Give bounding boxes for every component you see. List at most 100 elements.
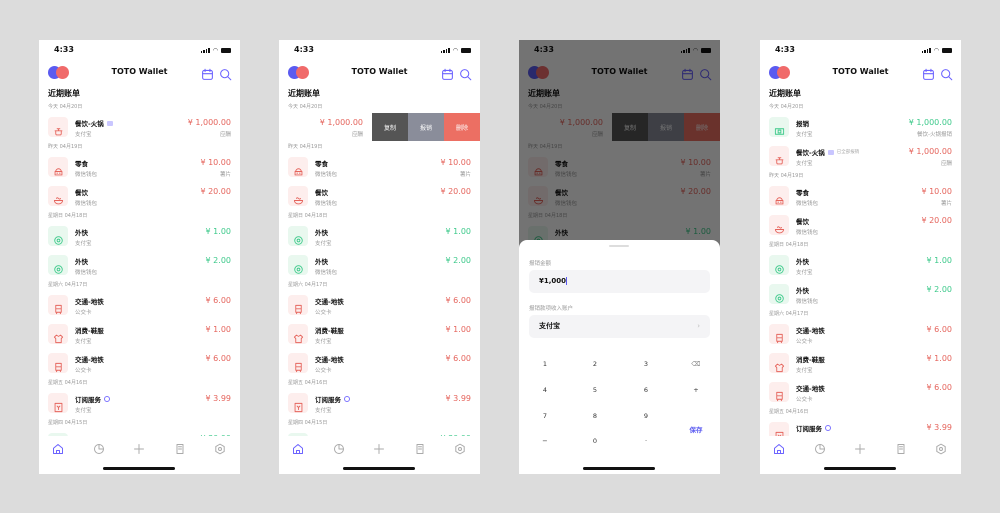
transaction-row-content[interactable]: 外快支付宝 ¥ 1.00 (760, 251, 961, 280)
key-9[interactable]: 9 (631, 412, 661, 420)
calendar-icon[interactable] (201, 66, 214, 80)
transaction-row-content[interactable]: 外快微信钱包¥ 30.00 (39, 429, 240, 436)
pie-chart-icon[interactable] (333, 440, 345, 454)
home-icon[interactable] (292, 440, 304, 454)
transaction-row[interactable]: 交通-地铁 公交卡 ¥ 6.00 (760, 378, 961, 407)
copy-button[interactable]: 复制 (372, 113, 408, 141)
backspace-key[interactable]: ⌫ (681, 360, 711, 368)
reimburse-button[interactable]: 报销 (408, 113, 444, 141)
settings-icon[interactable] (454, 440, 466, 455)
bill-icon[interactable] (414, 440, 426, 454)
transaction-row-content[interactable]: 外快 微信钱包 ¥ 2.00 (279, 251, 480, 280)
transaction-row-content[interactable]: 消费-鞋服 支付宝 ¥ 1.00 (39, 320, 240, 349)
key-7[interactable]: 7 (530, 412, 560, 420)
transaction-row-content[interactable]: 零食微信钱包 ¥ 10.00 薯片 (39, 153, 240, 182)
search-icon[interactable] (219, 66, 232, 81)
transaction-row-content[interactable]: 交通-地铁 公交卡 ¥ 6.00 (39, 349, 240, 378)
transaction-row-content[interactable]: 餐饮微信钱包 ¥ 20.00 (760, 211, 961, 240)
key-0[interactable]: 0 (580, 437, 610, 445)
key-1[interactable]: 1 (530, 360, 560, 368)
transaction-row-content[interactable]: 消费-鞋服 支付宝 ¥ 1.00 (760, 349, 961, 378)
settings-icon[interactable] (214, 440, 226, 455)
transaction-row-content[interactable]: 餐饮-火锅支付宝¥ 1,000.00应酬 (39, 113, 240, 142)
transaction-row-content[interactable]: 外快微信钱包¥ 30.00 (279, 429, 480, 436)
transaction-row[interactable]: 外快支付宝 ¥ 1.00 (279, 222, 480, 251)
transaction-row[interactable]: 交通-地铁 公交卡 ¥ 6.00 (760, 320, 961, 349)
transaction-row-content[interactable]: 外快 微信钱包 ¥ 2.00 (760, 280, 961, 309)
transaction-row-content[interactable]: 交通-地铁 公交卡 ¥ 6.00 (39, 291, 240, 320)
transaction-row-content[interactable]: 订阅服务支付宝¥ 3.99 (279, 389, 480, 418)
transaction-row[interactable]: 外快微信钱包¥ 30.00 (279, 429, 480, 436)
transaction-row-content[interactable]: 消费-鞋服 支付宝 ¥ 1.00 (279, 320, 480, 349)
transaction-row-content[interactable]: 零食微信钱包 ¥ 10.00 薯片 (760, 182, 961, 211)
transaction-row-content[interactable]: 餐饮微信钱包 ¥ 20.00 (279, 182, 480, 211)
key-+[interactable]: + (681, 386, 711, 394)
account-select[interactable]: 支付宝 › (529, 315, 710, 338)
key-−[interactable]: − (530, 437, 560, 445)
search-icon[interactable] (940, 66, 953, 81)
save-button[interactable]: 保存 (681, 424, 711, 434)
settings-icon[interactable] (935, 440, 947, 455)
home-indicator[interactable] (583, 467, 655, 470)
key-·[interactable]: · (631, 437, 661, 445)
transaction-row[interactable]: 交通-地铁 公交卡 ¥ 6.00 (39, 349, 240, 378)
transaction-row[interactable]: 外快 微信钱包 ¥ 2.00 (39, 251, 240, 280)
transaction-row-content[interactable]: 餐饮-火锅支付宝¥ 1,000.00应酬 (279, 113, 372, 142)
transaction-row-content[interactable]: 订阅服务支付宝¥ 3.99 (39, 389, 240, 418)
transaction-row-content[interactable]: 外快 微信钱包 ¥ 2.00 (39, 251, 240, 280)
transaction-row[interactable]: 餐饮-火锅 支付宝 ¥ 1,000.00 应酬 (39, 113, 240, 142)
transaction-row[interactable]: 交通-地铁 公交卡 ¥ 6.00 (39, 291, 240, 320)
transaction-row-content[interactable]: 零食微信钱包 ¥ 10.00 薯片 (279, 153, 480, 182)
transaction-row[interactable]: 零食微信钱包 ¥ 10.00 薯片 (279, 153, 480, 182)
transaction-row[interactable]: 交通-地铁 公交卡 ¥ 6.00 (279, 349, 480, 378)
transaction-row[interactable]: 餐饮-火锅支付宝¥ 1,000.00应酬复制报销删除 (279, 113, 480, 142)
transaction-row-content[interactable]: 报销 支付宝 ¥ 1,000.00 餐饮-火锅报销 (760, 113, 961, 142)
transaction-row[interactable]: 餐饮微信钱包 ¥ 20.00 (279, 182, 480, 211)
key-4[interactable]: 4 (530, 386, 560, 394)
transaction-row[interactable]: 订阅服务支付宝¥ 3.99 (39, 389, 240, 418)
transaction-row-content[interactable]: 交通-地铁 公交卡 ¥ 6.00 (279, 291, 480, 320)
transaction-list[interactable]: 今天 04月20日 报销 支付宝 ¥ 1,000.00 餐饮-火锅报销 餐饮-火锅 已全部报… (760, 102, 961, 436)
key-3[interactable]: 3 (631, 360, 661, 368)
transaction-row[interactable]: 外快支付宝 ¥ 1.00 (39, 222, 240, 251)
transaction-row[interactable]: 交通-地铁 公交卡 ¥ 6.00 (279, 291, 480, 320)
key-5[interactable]: 5 (580, 386, 610, 394)
transaction-row-content[interactable]: 外快支付宝 ¥ 1.00 (39, 222, 240, 251)
sheet-handle[interactable] (609, 245, 629, 247)
home-indicator[interactable] (103, 467, 175, 470)
amount-input[interactable]: ¥1,000 (529, 270, 710, 293)
transaction-row-content[interactable]: 交通-地铁 公交卡 ¥ 6.00 (760, 320, 961, 349)
transaction-list[interactable]: 今天 04月20日餐饮-火锅支付宝¥ 1,000.00应酬复制报销删除昨天 04… (279, 102, 480, 436)
transaction-row[interactable]: 消费-鞋服 支付宝 ¥ 1.00 (760, 349, 961, 378)
transaction-row[interactable]: 消费-鞋服 支付宝 ¥ 1.00 (39, 320, 240, 349)
transaction-row[interactable]: 订阅服务支付宝¥ 3.99 (760, 418, 961, 436)
delete-button[interactable]: 删除 (444, 113, 480, 141)
transaction-row-content[interactable]: 外快支付宝 ¥ 1.00 (279, 222, 480, 251)
key-6[interactable]: 6 (631, 386, 661, 394)
key-2[interactable]: 2 (580, 360, 610, 368)
transaction-row[interactable]: 餐饮微信钱包 ¥ 20.00 (760, 211, 961, 240)
transaction-row[interactable]: 零食微信钱包 ¥ 10.00 薯片 (760, 182, 961, 211)
transaction-list[interactable]: 今天 04月20日 餐饮-火锅 支付宝 ¥ 1,000.00 应酬 昨天 04月19日 零食… (39, 102, 240, 436)
bill-icon[interactable] (895, 440, 907, 454)
transaction-row[interactable]: 订阅服务支付宝¥ 3.99 (279, 389, 480, 418)
transaction-row[interactable]: 外快微信钱包¥ 30.00 (39, 429, 240, 436)
transaction-row[interactable]: 消费-鞋服 支付宝 ¥ 1.00 (279, 320, 480, 349)
pie-chart-icon[interactable] (93, 440, 105, 454)
transaction-row[interactable]: 餐饮微信钱包 ¥ 20.00 (39, 182, 240, 211)
calendar-icon[interactable] (922, 66, 935, 80)
transaction-row-content[interactable]: 订阅服务支付宝¥ 3.99 (760, 418, 961, 436)
search-icon[interactable] (459, 66, 472, 81)
bill-icon[interactable] (174, 440, 186, 454)
transaction-row-content[interactable]: 交通-地铁 公交卡 ¥ 6.00 (760, 378, 961, 407)
pie-chart-icon[interactable] (814, 440, 826, 454)
transaction-row-content[interactable]: 餐饮微信钱包 ¥ 20.00 (39, 182, 240, 211)
home-indicator[interactable] (824, 467, 896, 470)
home-indicator[interactable] (343, 467, 415, 470)
transaction-row-content[interactable]: 交通-地铁 公交卡 ¥ 6.00 (279, 349, 480, 378)
home-icon[interactable] (773, 440, 785, 454)
transaction-row-content[interactable]: 餐饮-火锅 已全部报销 支付宝 ¥ 1,000.00 应酬 (760, 142, 961, 171)
plus-icon[interactable] (373, 440, 385, 454)
plus-icon[interactable] (854, 440, 866, 454)
home-icon[interactable] (52, 440, 64, 454)
